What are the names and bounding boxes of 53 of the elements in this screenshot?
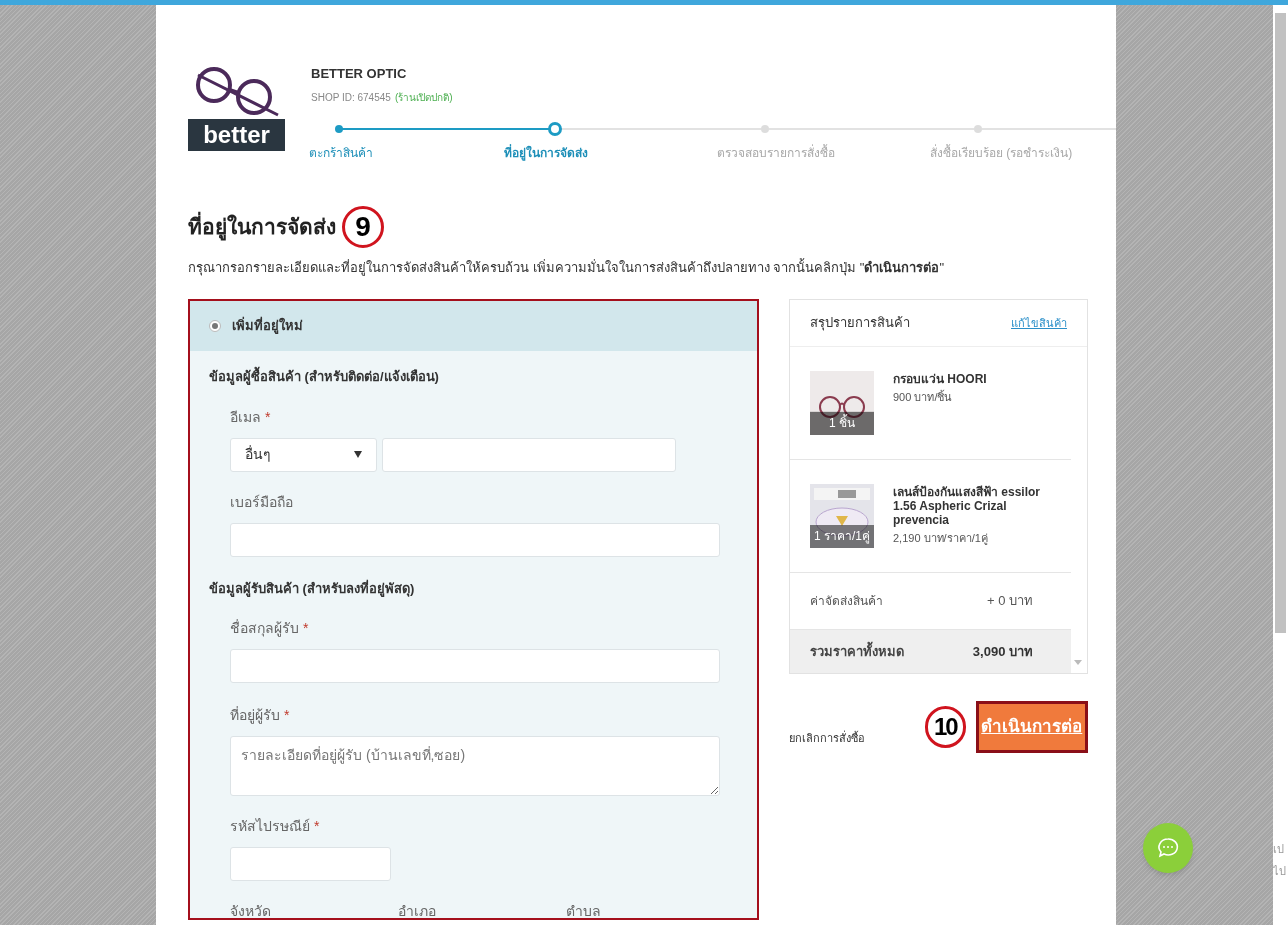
shipping-label: ค่าจัดส่งสินค้า: [810, 593, 883, 610]
field-label: จังหวัด: [230, 902, 272, 918]
quantity-label: 1 ชิ้น: [810, 412, 874, 435]
input-field[interactable]: [230, 522, 720, 557]
radio-button[interactable]: [209, 320, 221, 332]
summary-title: สรุปรายการสินค้า: [810, 314, 910, 333]
edit-products-link[interactable]: แก้ไขสินค้า: [1011, 314, 1067, 332]
scroll-arrow-icon: [1074, 660, 1082, 665]
total-label: รวมราคาทั้งหมด: [810, 641, 904, 661]
shop-status: (ร้านเปิดปกติ): [394, 90, 453, 105]
email-field[interactable]: [382, 437, 676, 472]
product-price: 900 บาท/ชิ้น: [893, 389, 954, 405]
step-number-badge: 9: [342, 205, 384, 248]
logo-text: better: [188, 119, 285, 151]
required-mark: *: [284, 706, 290, 725]
shop-id: SHOP ID: 674545: [311, 90, 391, 105]
product-price: 2,190 บาท/ราคา/1คู่: [893, 531, 989, 547]
caret-icon: [354, 451, 362, 458]
step-label: ที่อยู่ในการจัดส่ง: [504, 143, 588, 162]
section-title: ข้อมูลผู้รับสินค้า (สำหรับลงที่อยู่พัสดุ): [209, 578, 416, 598]
shop-name: BETTER OPTIC: [311, 65, 408, 83]
chat-icon: [1156, 836, 1180, 860]
product-name: กรอบแว่น HOORI: [893, 372, 987, 386]
required-mark: *: [265, 407, 271, 427]
required-mark: *: [314, 817, 320, 836]
field-label: ตำบล: [566, 902, 602, 918]
chat-button[interactable]: [1143, 823, 1193, 873]
quantity-label: 1 ราคา/1คู่: [810, 525, 874, 548]
product-name: เลนส์ป้องกันแสงสีฟ้า essilor 1.56 Aspheric Crizal prevencia: [893, 485, 1042, 527]
field-label: รหัสไปรษณีย์: [230, 817, 310, 836]
total-value: 3,090 บาท: [972, 642, 1034, 661]
field-label: ที่อยู่ผู้รับ: [230, 705, 280, 726]
step-label: ตรวจสอบรายการสั่งซื้อ: [717, 143, 835, 162]
field-label: อีเมล: [230, 407, 261, 427]
page-heading: ที่อยู่ในการจัดส่ง: [188, 210, 336, 243]
field-label: ชื่อสกุลผู้รับ: [230, 618, 299, 639]
field-label: อำเภอ: [398, 902, 437, 918]
step-number-badge: 10: [925, 706, 966, 748]
cancel-order-link[interactable]: ยกเลิกการสั่งซื้อ: [789, 729, 865, 747]
address-field[interactable]: รายละเอียดที่อยู่ผู้รับ (บ้านเลขที่,ซอย): [230, 736, 720, 796]
step-label: ตะกร้าสินค้า: [309, 144, 373, 162]
email-type-select[interactable]: อื่นๆ: [230, 437, 377, 472]
required-mark: *: [303, 619, 309, 638]
step-label: สั่งซื้อเรียบร้อย (รอชำระเงิน): [930, 143, 1073, 162]
input-field[interactable]: [230, 649, 720, 683]
instructions-text: กรุณากรอกรายละเอียดและที่อยู่ในการจัดส่งสินค้าให้ครบถ้วน เพิ่มความมั่นใจในการส่งสินค้าถึงปลายทาง จากนั้นคลิกปุ่ม "ดำเนินการต่อ": [188, 257, 946, 277]
cut-off-text: เป: [1273, 842, 1285, 857]
postal-code-field[interactable]: [230, 847, 391, 881]
shipping-value: + 0 บาท: [986, 592, 1034, 611]
field-label: เบอร์มือถือ: [230, 492, 293, 512]
cut-off-text: ไป: [1273, 864, 1286, 879]
section-title: ข้อมูลผู้ซื้อสินค้า (สำหรับติดต่อ/แจ้งเตือน): [209, 367, 738, 387]
radio-label: เพิ่มที่อยู่ใหม่: [232, 316, 303, 336]
